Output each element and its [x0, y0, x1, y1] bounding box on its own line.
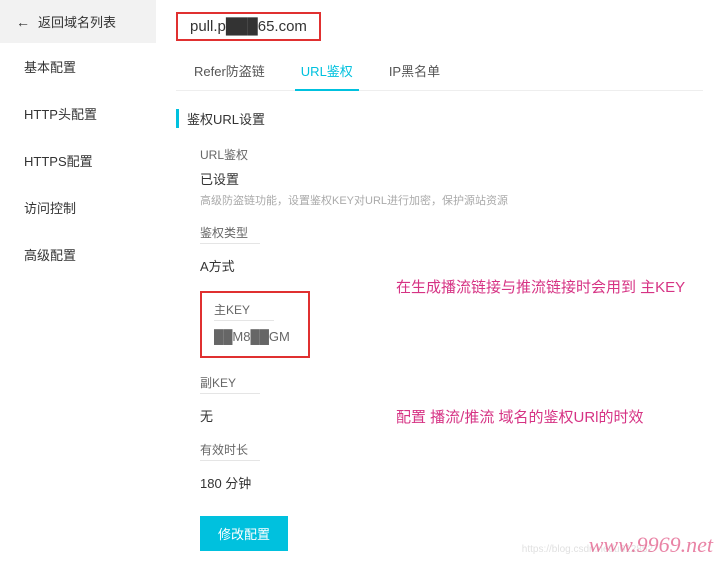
sub-key-label: 副KEY — [200, 374, 260, 394]
auth-type-value: A方式 — [200, 256, 703, 275]
field-ttl: 有效时长 180 分钟 — [176, 441, 703, 492]
field-auth-type: 鉴权类型 A方式 — [176, 224, 703, 275]
back-button[interactable]: ← 返回域名列表 — [0, 0, 156, 43]
field-url-auth: URL鉴权 已设置 高级防盗链功能，设置鉴权KEY对URL进行加密，保护源站资源 — [176, 146, 703, 208]
sidebar-item-https[interactable]: HTTPS配置 — [0, 137, 156, 184]
modify-config-button[interactable]: 修改配置 — [200, 516, 288, 551]
main-key-label: 主KEY — [214, 301, 274, 321]
annotation-ttl: 配置 播流/推流 域名的鉴权URl的时效 — [396, 406, 644, 427]
sidebar-item-basic[interactable]: 基本配置 — [0, 43, 156, 90]
url-auth-desc: 高级防盗链功能，设置鉴权KEY对URL进行加密，保护源站资源 — [200, 192, 703, 208]
tabs: Refer防盗链 URL鉴权 IP黑名单 — [176, 51, 703, 91]
annotation-key: 在生成播流链接与推流链接时会用到 主KEY — [396, 276, 685, 297]
sidebar-item-http[interactable]: HTTP头配置 — [0, 90, 156, 137]
url-auth-value: 已设置 — [200, 169, 703, 188]
ttl-value: 180 分钟 — [200, 473, 703, 492]
back-label: 返回域名列表 — [38, 12, 116, 31]
domain-name: pull.p███65.com — [176, 12, 321, 41]
main-key-value: ██M8██GM — [214, 329, 296, 344]
section-title: 鉴权URL设置 — [176, 109, 703, 128]
arrow-left-icon: ← — [16, 14, 30, 30]
watermark-9969: www.9969.net — [589, 532, 713, 558]
url-auth-label: URL鉴权 — [200, 146, 703, 163]
main-key-box: 主KEY ██M8██GM — [200, 291, 310, 358]
tab-refer[interactable]: Refer防盗链 — [176, 51, 283, 90]
sidebar-item-advanced[interactable]: 高级配置 — [0, 231, 156, 278]
sidebar-item-access[interactable]: 访问控制 — [0, 184, 156, 231]
ttl-label: 有效时长 — [200, 441, 260, 461]
tab-ip-blacklist[interactable]: IP黑名单 — [371, 51, 458, 90]
tab-url-auth[interactable]: URL鉴权 — [283, 51, 371, 90]
auth-type-label: 鉴权类型 — [200, 224, 260, 244]
